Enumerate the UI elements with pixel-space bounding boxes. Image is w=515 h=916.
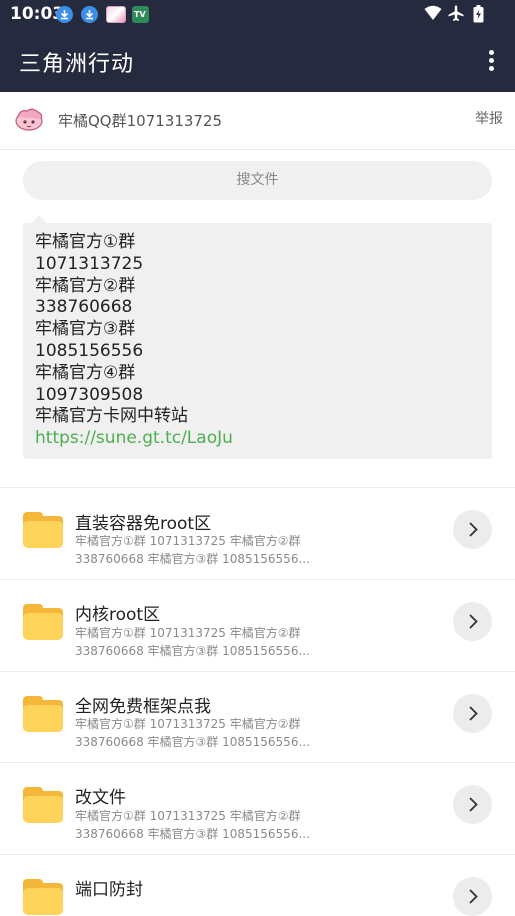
message-link[interactable]: https://sune.gt.tc/LaoJu [35,428,480,450]
folder-desc: 338760668 牢橘官方③群 1085156556... [75,644,310,658]
folder-icon [23,512,63,548]
group-avatar[interactable] [14,105,44,135]
folder-title: 全网免费框架点我 [75,697,211,717]
wifi-icon [424,5,442,20]
airplane-mode-icon [448,5,464,21]
folder-icon [23,879,63,915]
folder-row[interactable]: 改文件 牢橘官方①群 1071313725 牢橘官方②群 338760668 牢… [0,763,515,855]
message-line: 1071313725 [35,253,144,274]
folder-desc: 牢橘官方①群 1071313725 牢橘官方②群 [75,809,301,823]
battery-charging-icon [473,5,484,23]
chevron-right-icon[interactable] [453,785,492,824]
message-line: 1097309508 [35,384,144,405]
tv-app-icon: TV [132,6,149,23]
group-name: 牢橘QQ群1071313725 [58,112,223,130]
folder-icon [23,604,63,640]
app-title: 三角洲行动 [19,52,135,77]
folder-row[interactable]: 内核root区 牢橘官方①群 1071313725 牢橘官方②群 3387606… [0,580,515,672]
message-line: 牢橘官方②群 [35,275,136,296]
message-line: 牢橘官方④群 [35,362,136,383]
message-line: 牢橘官方①群 [35,232,136,252]
report-link[interactable]: 举报 [475,108,503,128]
chevron-right-icon[interactable] [453,510,492,549]
more-options-icon[interactable] [483,48,499,74]
message-line: 1085156556 [35,340,144,361]
folder-desc: 338760668 牢橘官方③群 1085156556... [75,827,310,841]
chevron-right-icon[interactable] [453,602,492,641]
folder-title: 端口防封 [75,880,143,900]
chevron-right-icon[interactable] [453,877,492,916]
folder-desc: 338760668 牢橘官方③群 1085156556... [75,552,310,566]
search-files-input[interactable]: 搜文件 [23,161,492,200]
message-line: 牢橘官方卡网中转站 [35,406,188,427]
download-icon [56,6,73,23]
folder-row[interactable]: 直装容器免root区 牢橘官方①群 1071313725 牢橘官方②群 3387… [0,488,515,580]
group-message-bubble: 牢橘官方①群 1071313725 牢橘官方②群 338760668 牢橘官方③… [23,223,492,459]
group-header: 牢橘QQ群1071313725 举报 [0,92,515,150]
folder-desc: 338760668 牢橘官方③群 1085156556... [75,735,310,749]
app-bar: 三角洲行动 [0,30,515,92]
message-line: 338760668 [35,297,133,318]
folder-title: 改文件 [75,788,126,808]
status-bar: 10:03 TV [0,0,515,30]
folder-title: 直装容器免root区 [75,514,212,534]
folder-desc: 牢橘官方①群 1071313725 牢橘官方②群 [75,626,301,640]
chevron-right-icon[interactable] [453,694,492,733]
download-icon [81,6,98,23]
message-line: 牢橘官方③群 [35,319,136,340]
folder-row[interactable]: 端口防封 [0,855,515,916]
folder-desc: 牢橘官方①群 1071313725 牢橘官方②群 [75,534,301,548]
app-notification-icon [106,6,126,23]
folder-title: 内核root区 [75,605,161,625]
folder-row[interactable]: 全网免费框架点我 牢橘官方①群 1071313725 牢橘官方②群 338760… [0,671,515,763]
folder-icon [23,696,63,732]
folder-desc: 牢橘官方①群 1071313725 牢橘官方②群 [75,717,301,731]
folder-icon [23,787,63,823]
bubble-tail [32,215,46,223]
